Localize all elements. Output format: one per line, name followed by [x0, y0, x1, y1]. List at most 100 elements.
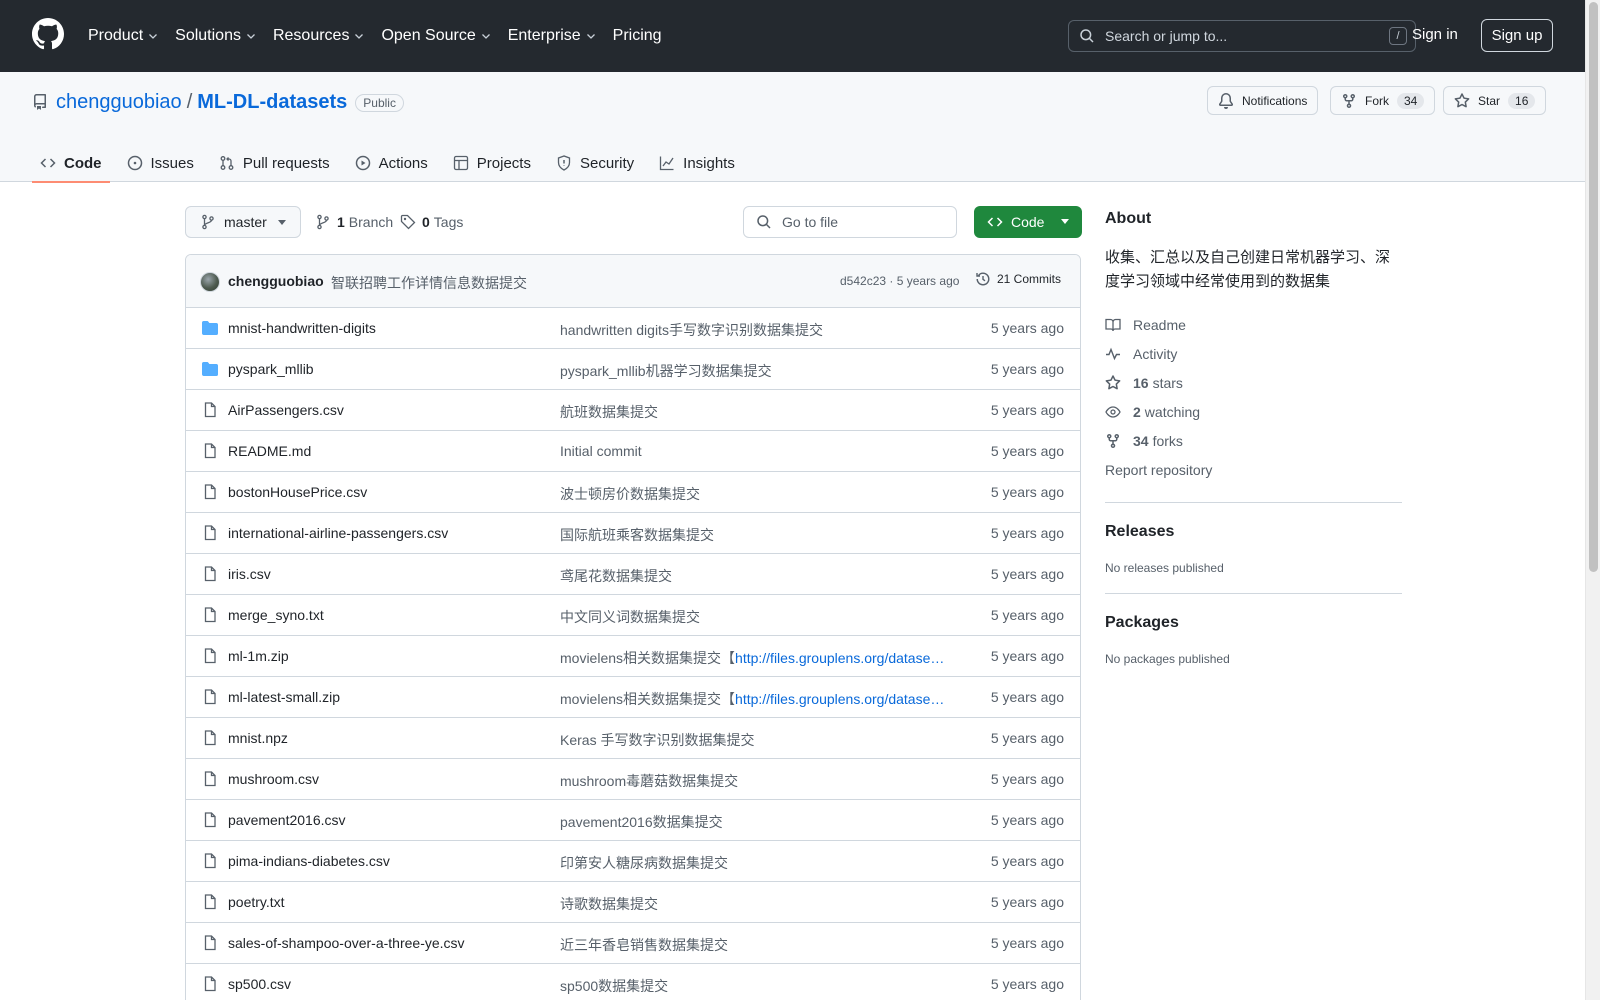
table-row[interactable]: sp500.csv sp500数据集提交 5 years ago — [186, 964, 1080, 1000]
file-name-link[interactable]: README.md — [228, 443, 311, 459]
table-row[interactable]: mushroom.csv mushroom毒蘑菇数据集提交 5 years ago — [186, 759, 1080, 800]
file-commit-message-link[interactable]: Keras 手写数字识别数据集提交 — [560, 730, 950, 750]
file-commit-message-link[interactable]: Initial commit — [560, 443, 950, 459]
file-name-link[interactable]: sales-of-shampoo-over-a-three-ye.csv — [228, 935, 465, 951]
file-commit-message-link[interactable]: pyspark_mllib机器学习数据集提交 — [560, 361, 950, 381]
file-name-link[interactable]: poetry.txt — [228, 894, 285, 910]
file-commit-message-link[interactable]: 国际航班乘客数据集提交 — [560, 525, 950, 545]
tab-issues[interactable]: Issues — [119, 144, 202, 182]
commit-author-link[interactable]: chengguobiao — [228, 273, 324, 289]
file-commit-message-link[interactable]: mushroom毒蘑菇数据集提交 — [560, 771, 950, 791]
file-name-link[interactable]: AirPassengers.csv — [228, 402, 344, 418]
file-name-link[interactable]: pavement2016.csv — [228, 812, 346, 828]
repo-name-link[interactable]: ML-DL-datasets — [197, 91, 347, 114]
report-repository-link[interactable]: Report repository — [1105, 455, 1402, 484]
file-commit-message-link[interactable]: 鸢尾花数据集提交 — [560, 566, 950, 586]
forks-link[interactable]: 34 forks — [1105, 426, 1402, 455]
commit-hash-link[interactable]: d542c23 · 5 years ago — [840, 274, 959, 288]
table-row[interactable]: bostonHousePrice.csv 波士顿房价数据集提交 5 years ag… — [186, 472, 1080, 513]
file-name-link[interactable]: international-airline-passengers.csv — [228, 525, 448, 541]
table-row[interactable]: ml-1m.zip movielens相关数据集提交【http://files.g… — [186, 636, 1080, 677]
readme-link[interactable]: Readme — [1105, 310, 1402, 339]
file-name-link[interactable]: bostonHousePrice.csv — [228, 484, 367, 500]
file-commit-text: mushroom毒蘑菇数据集提交 — [560, 773, 739, 789]
table-row[interactable]: mnist.npz Keras 手写数字识别数据集提交 5 years ago — [186, 718, 1080, 759]
table-row[interactable]: pima-indians-diabetes.csv 印第安人糖尿病数据集提交 5 y… — [186, 841, 1080, 882]
packages-heading[interactable]: Packages — [1105, 614, 1402, 632]
tab-actions[interactable]: Actions — [347, 144, 436, 182]
file-name-link[interactable]: sp500.csv — [228, 976, 291, 992]
file-name-link[interactable]: ml-1m.zip — [228, 648, 289, 664]
sidebar-divider — [1105, 593, 1402, 594]
star-icon — [1454, 92, 1470, 107]
notifications-button[interactable]: Notifications — [1207, 86, 1319, 115]
watching-link[interactable]: 2 watching — [1105, 397, 1402, 426]
file-commit-message-link[interactable]: sp500数据集提交 — [560, 976, 950, 996]
file-name-link[interactable]: merge_syno.txt — [228, 607, 324, 623]
tags-link[interactable]: 0 Tags — [400, 214, 463, 230]
nav-pricing[interactable]: Pricing — [613, 27, 662, 45]
table-row[interactable]: international-airline-passengers.csv 国际航班… — [186, 513, 1080, 554]
branches-link[interactable]: 1 Branch — [315, 214, 393, 230]
table-row[interactable]: ml-latest-small.zip movielens相关数据集提交【http… — [186, 677, 1080, 718]
file-commit-message-link[interactable]: 航班数据集提交 — [560, 402, 950, 422]
file-name-link[interactable]: iris.csv — [228, 566, 271, 582]
releases-heading[interactable]: Releases — [1105, 523, 1402, 541]
file-name-link[interactable]: mnist.npz — [228, 730, 288, 746]
commits-history-link[interactable]: 21 Commits — [975, 271, 1061, 287]
commit-message-link[interactable]: 智联招聘工作详情信息数据提交 — [331, 273, 527, 293]
file-name-link[interactable]: ml-latest-small.zip — [228, 689, 340, 705]
file-commit-message-link[interactable]: 近三年香皂销售数据集提交 — [560, 935, 950, 955]
file-name-link[interactable]: pima-indians-diabetes.csv — [228, 853, 390, 869]
scrollbar-thumb[interactable] — [1589, 2, 1598, 572]
search-input[interactable]: Search or jump to... / — [1068, 20, 1416, 52]
nav-enterprise[interactable]: Enterprise — [508, 27, 597, 45]
go-to-file-input[interactable]: Go to file — [743, 206, 957, 238]
code-dropdown-button[interactable]: Code — [974, 206, 1082, 238]
file-commit-url-link[interactable]: http://files.grouplens.org/datase… — [735, 650, 944, 666]
file-commit-message-link[interactable]: 印第安人糖尿病数据集提交 — [560, 853, 950, 873]
star-button[interactable]: Star 16 — [1443, 86, 1547, 115]
table-row[interactable]: pavement2016.csv pavement2016数据集提交 5 years… — [186, 800, 1080, 841]
table-row[interactable]: poetry.txt 诗歌数据集提交 5 years ago — [186, 882, 1080, 923]
table-row[interactable]: pyspark_mllib pyspark_mllib机器学习数据集提交 5 yea… — [186, 349, 1080, 390]
page-scrollbar[interactable] — [1585, 0, 1600, 1000]
avatar[interactable] — [200, 272, 220, 292]
file-icon — [204, 771, 216, 787]
file-commit-message-link[interactable]: pavement2016数据集提交 — [560, 812, 950, 832]
nav-product[interactable]: Product — [88, 27, 159, 45]
table-row[interactable]: mnist-handwritten-digits handwritten digi… — [186, 308, 1080, 349]
tab-code[interactable]: Code — [32, 144, 110, 183]
table-row[interactable]: merge_syno.txt 中文同义词数据集提交 5 years ago — [186, 595, 1080, 636]
activity-link[interactable]: Activity — [1105, 339, 1402, 368]
tab-projects[interactable]: Projects — [445, 144, 539, 182]
fork-button[interactable]: Fork 34 — [1330, 86, 1436, 115]
file-commit-message-link[interactable]: 诗歌数据集提交 — [560, 894, 950, 914]
file-commit-message-link[interactable]: handwritten digits手写数字识别数据集提交 — [560, 320, 950, 340]
file-name-link[interactable]: mnist-handwritten-digits — [228, 320, 376, 336]
nav-open-source[interactable]: Open Source — [381, 27, 491, 45]
sign-in-link[interactable]: Sign in — [1412, 26, 1458, 43]
file-name-link[interactable]: mushroom.csv — [228, 771, 319, 787]
tab-security[interactable]: Security — [548, 144, 642, 182]
nav-solutions[interactable]: Solutions — [175, 27, 257, 45]
file-commit-message-link[interactable]: 波士顿房价数据集提交 — [560, 484, 950, 504]
branch-select-button[interactable]: master — [185, 206, 301, 238]
nav-resources[interactable]: Resources — [273, 27, 365, 45]
file-commit-message-link[interactable]: 中文同义词数据集提交 — [560, 607, 950, 627]
file-commit-url-link[interactable]: http://files.grouplens.org/datase… — [735, 691, 944, 707]
table-row[interactable]: README.md Initial commit 5 years ago — [186, 431, 1080, 472]
file-name-link[interactable]: pyspark_mllib — [228, 361, 314, 377]
file-commit-message-link[interactable]: movielens相关数据集提交【http://files.grouplens.… — [560, 648, 950, 668]
github-logo-icon[interactable] — [32, 18, 64, 50]
table-row[interactable]: AirPassengers.csv 航班数据集提交 5 years ago — [186, 390, 1080, 431]
table-row[interactable]: sales-of-shampoo-over-a-three-ye.csv 近三年香… — [186, 923, 1080, 964]
table-row[interactable]: iris.csv 鸢尾花数据集提交 5 years ago — [186, 554, 1080, 595]
repo-owner-link[interactable]: chengguobiao — [56, 91, 182, 114]
tab-pull-requests[interactable]: Pull requests — [211, 144, 338, 182]
branch-icon — [202, 214, 214, 230]
file-commit-message-link[interactable]: movielens相关数据集提交【http://files.grouplens.… — [560, 689, 950, 709]
stars-link[interactable]: 16 stars — [1105, 368, 1402, 397]
sign-up-button[interactable]: Sign up — [1481, 19, 1553, 52]
tab-insights[interactable]: Insights — [651, 144, 743, 182]
